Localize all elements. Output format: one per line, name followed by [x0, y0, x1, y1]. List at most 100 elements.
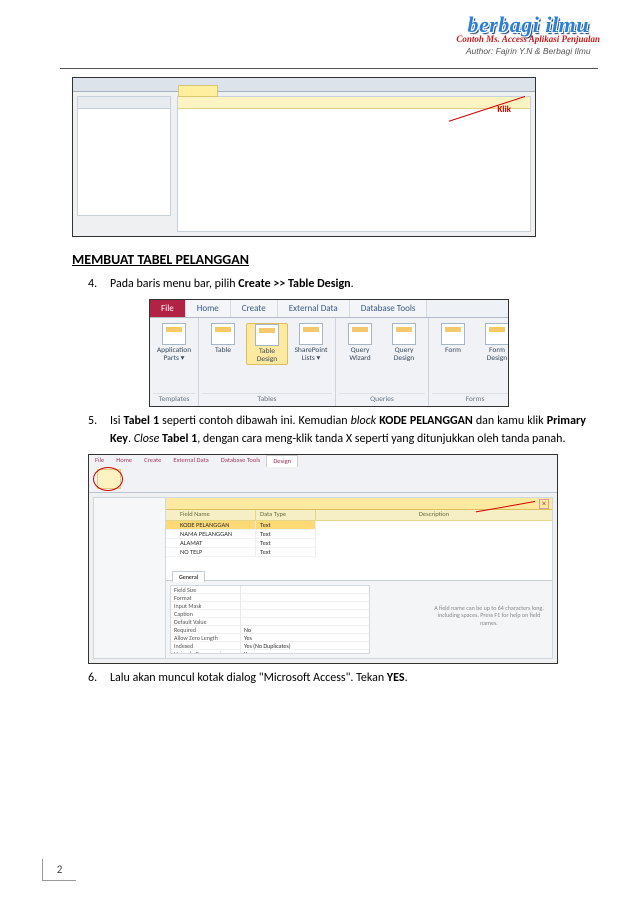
form-button[interactable]: Form	[432, 323, 474, 355]
screenshot-create-ribbon: File Home Create External Data Database …	[149, 299, 509, 407]
ribbon-group-queries: Query Wizard Query Design Queries	[336, 318, 429, 406]
s5-frag: Isi	[110, 414, 124, 428]
data-type-cell: Text	[256, 539, 316, 548]
prop-row[interactable]: Input Mask	[171, 602, 369, 610]
table-design-label: Table Design	[257, 348, 277, 364]
s5-italic2: Close	[134, 432, 160, 446]
ribbon-tab-external-data[interactable]: External Data	[278, 300, 350, 317]
ribbon-group-tables: Table Table Design SharePoint Lists ▾ Ta…	[199, 318, 336, 406]
prop-val: Yes	[241, 650, 252, 654]
prop-key: Format	[171, 594, 241, 601]
tab-external[interactable]: External Data	[167, 455, 214, 467]
query-design-button[interactable]: Query Design	[383, 323, 425, 363]
sharepoint-lists-icon	[299, 323, 323, 345]
application-parts-button[interactable]: Application Parts ▾	[153, 323, 195, 363]
ribbon-tab-create[interactable]: Create	[231, 300, 278, 317]
step-4-text-b: .	[351, 277, 354, 291]
datasheet-area	[177, 96, 531, 232]
window-titlebar	[73, 78, 535, 92]
logo-subtitle: Contoh Ms. Access Aplikasi Penjualan	[456, 34, 600, 44]
step-text: Isi Tabel 1 seperti contoh dibawah ini. …	[110, 413, 586, 448]
ribbon-tab-database-tools[interactable]: Database Tools	[350, 300, 428, 317]
prop-key: Indexed	[171, 642, 241, 649]
prop-val	[241, 610, 244, 617]
s5-frag: , dengan cara meng-klik tanda X seperti …	[197, 432, 565, 446]
prop-key: Field Size	[171, 586, 241, 593]
form-icon	[441, 323, 465, 345]
datasheet-header-row	[178, 97, 530, 109]
query-wizard-icon	[348, 323, 372, 345]
table-button[interactable]: Table	[202, 323, 244, 355]
ribbon-body: Application Parts ▾ Templates Table Tabl…	[150, 318, 508, 406]
field-row[interactable]: ALAMATText	[166, 539, 552, 548]
ribbon-tab-home[interactable]: Home	[186, 300, 231, 317]
prop-val: No	[241, 626, 251, 633]
field-name-cell: ALAMAT	[166, 539, 256, 548]
annotation-circle-primary-key	[93, 467, 123, 491]
query-wizard-label: Query Wizard	[349, 347, 370, 363]
step-number: 4.	[88, 276, 110, 293]
step-6: 6. Lalu akan muncul kotak dialog "Micros…	[88, 670, 586, 687]
step-number: 5.	[88, 413, 110, 448]
author-line: Author: Fajrin Y.N & Berbagi Ilmu	[456, 46, 600, 56]
prop-key: Allow Zero Length	[171, 634, 241, 641]
sharepoint-lists-label: SharePoint Lists ▾	[294, 347, 327, 363]
close-tab-button[interactable]: ×	[539, 499, 549, 509]
tab-file[interactable]: File	[89, 455, 110, 467]
prop-row[interactable]: Caption	[171, 610, 369, 618]
col-description: Description	[316, 510, 552, 520]
prop-key: Caption	[171, 610, 241, 617]
screenshot-access-new-table: Klik	[72, 77, 536, 237]
field-row[interactable]: NAMA PELANGGANText	[166, 530, 552, 539]
prop-row[interactable]: IndexedYes (No Duplicates)	[171, 642, 369, 650]
prop-val	[241, 594, 244, 601]
prop-val: Yes	[241, 634, 252, 641]
field-name-cell: NO TELP	[166, 548, 256, 557]
step-5: 5. Isi Tabel 1 seperti contoh dibawah in…	[88, 413, 586, 448]
s5-bold2: KODE PELANGGAN	[379, 414, 473, 428]
ribbon-group-templates: Application Parts ▾ Templates	[150, 318, 199, 406]
table-design-button[interactable]: Table Design	[246, 323, 288, 365]
field-grid: Field Name Data Type Description KODE PE…	[166, 510, 552, 582]
prop-row[interactable]: Default Value	[171, 618, 369, 626]
form-design-button[interactable]: Form Design	[476, 323, 509, 363]
prop-val	[241, 618, 244, 625]
prop-row[interactable]: Format	[171, 594, 369, 602]
properties-hint: A field name can be up to 64 characters …	[434, 605, 544, 627]
data-type-cell: Text	[256, 548, 316, 557]
application-parts-icon	[162, 323, 186, 345]
prop-key: Default Value	[171, 618, 241, 625]
group-label-tables: Tables	[202, 393, 332, 406]
properties-tab-general[interactable]: General	[172, 571, 205, 582]
field-row[interactable]: NO TELPText	[166, 548, 552, 557]
table1-tab	[178, 85, 218, 97]
s5-italic1: block	[351, 414, 377, 428]
tab-design[interactable]: Design	[266, 455, 298, 467]
page-content: Klik MEMBUAT TABEL PELANGGAN 4. Pada bar…	[60, 77, 598, 688]
prop-row[interactable]: Field Size	[171, 586, 369, 594]
application-parts-label: Application Parts ▾	[157, 347, 191, 363]
ribbon-group-forms: Form Form Design Forms	[429, 318, 509, 406]
s6-frag: .	[405, 671, 408, 685]
tab-create[interactable]: Create	[138, 455, 167, 467]
tab-dbtools[interactable]: Database Tools	[215, 455, 267, 467]
s6-bold: YES	[387, 671, 405, 685]
table-icon	[211, 323, 235, 345]
ribbon-tab-file[interactable]: File	[150, 300, 186, 317]
prop-row[interactable]: Unicode CompressionYes	[171, 650, 369, 654]
field-row[interactable]: KODE PELANGGANText	[166, 521, 552, 530]
prop-row[interactable]: RequiredNo	[171, 626, 369, 634]
header-rule	[60, 68, 598, 69]
prop-val	[241, 586, 244, 593]
prop-row[interactable]: Allow Zero LengthYes	[171, 634, 369, 642]
tab-home[interactable]: Home	[110, 455, 138, 467]
s6-frag: Lalu akan muncul kotak dialog "Microsoft…	[110, 671, 387, 685]
query-design-label: Query Design	[394, 347, 414, 363]
step-text: Pada baris menu bar, pilih Create >> Tab…	[110, 276, 586, 293]
query-wizard-button[interactable]: Query Wizard	[339, 323, 381, 363]
field-properties-panel: General Field Size Format Input Mask Cap…	[166, 580, 552, 658]
navigation-pane	[77, 96, 171, 216]
field-name-cell: NAMA PELANGGAN	[166, 530, 256, 539]
sharepoint-lists-button[interactable]: SharePoint Lists ▾	[290, 323, 332, 363]
prop-key: Unicode Compression	[171, 650, 241, 654]
